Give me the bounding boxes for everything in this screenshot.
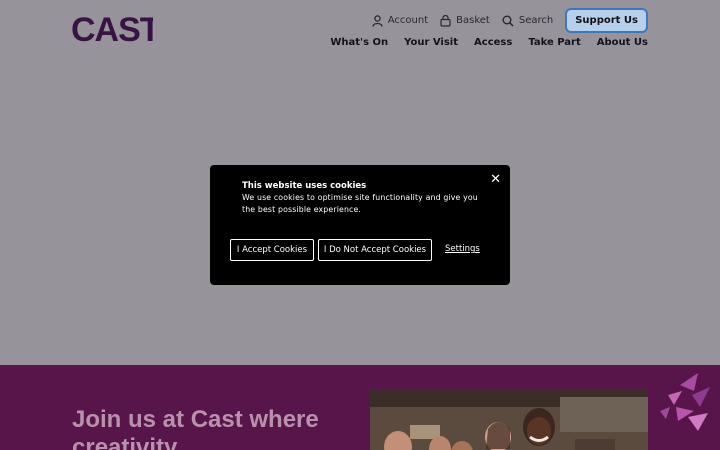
accept-cookies-button[interactable]: I Accept Cookies — [230, 239, 314, 261]
logo-text: CAST — [71, 12, 153, 44]
utility-nav: Account Basket Search Support Us — [360, 8, 648, 33]
account-link[interactable]: Account — [372, 14, 429, 27]
cast-logo[interactable]: CAST — [71, 12, 153, 44]
cookie-dialog: ✕ This website uses cookies We use cooki… — [210, 165, 510, 285]
nav-take-part[interactable]: Take Part — [528, 37, 580, 48]
basket-icon — [440, 14, 451, 27]
hero-heading: Join us at Cast where creativity — [72, 406, 319, 450]
nav-about-us[interactable]: About Us — [597, 37, 648, 48]
account-label: Account — [387, 15, 429, 26]
cookie-settings-link[interactable]: Settings — [445, 244, 480, 254]
main-nav: What's On Your Visit Access Take Part Ab… — [314, 37, 648, 48]
cookie-title: This website uses cookies — [242, 181, 367, 191]
nav-your-visit[interactable]: Your Visit — [404, 37, 458, 48]
search-icon — [502, 15, 514, 27]
user-icon — [372, 14, 383, 27]
decorative-shapes — [660, 373, 710, 431]
nav-access[interactable]: Access — [474, 37, 512, 48]
basket-link[interactable]: Basket — [440, 14, 490, 27]
search-link[interactable]: Search — [502, 15, 553, 27]
support-us-button[interactable]: Support Us — [565, 8, 648, 33]
search-label: Search — [518, 15, 554, 26]
hero-band: Join us at Cast where creativity — [0, 365, 720, 450]
hero-photo — [370, 389, 648, 450]
cookie-description: We use cookies to optimise site function… — [242, 193, 478, 214]
close-icon[interactable]: ✕ — [490, 172, 501, 187]
basket-label: Basket — [456, 15, 490, 26]
nav-whats-on[interactable]: What's On — [330, 37, 388, 48]
decline-cookies-button[interactable]: I Do Not Accept Cookies — [318, 239, 432, 261]
